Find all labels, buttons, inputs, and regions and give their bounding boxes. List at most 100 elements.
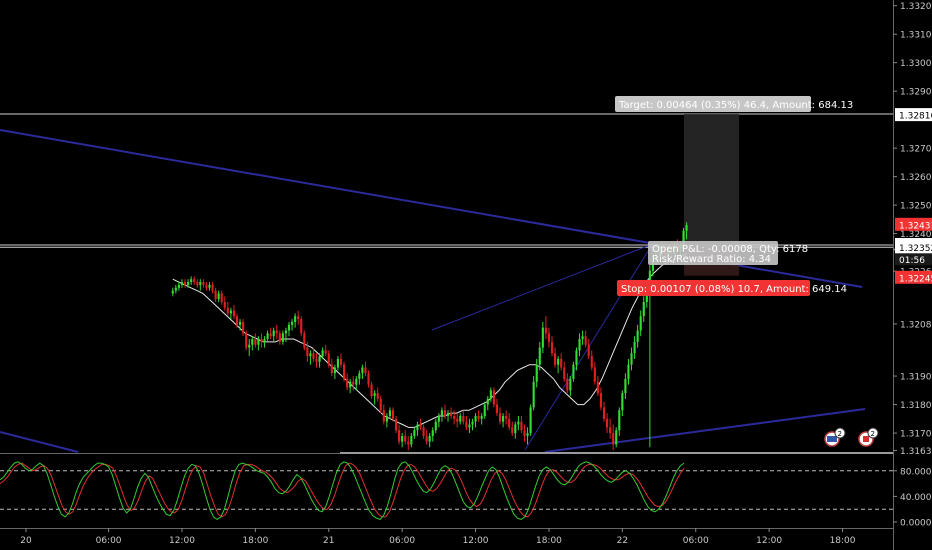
- candle-body-19: [229, 310, 232, 314]
- candle-body-24: [245, 333, 248, 348]
- candle-body-3: [180, 282, 184, 285]
- candle-body-134: [581, 336, 584, 340]
- candle-body-36: [281, 333, 284, 342]
- candle-body-11: [205, 284, 208, 288]
- candle-body-6: [190, 279, 193, 283]
- candle-body-141: [602, 407, 606, 419]
- candle-body-113: [517, 421, 520, 425]
- candle-body-32: [269, 333, 272, 337]
- candle-body-105: [492, 390, 495, 405]
- candle-body-9: [199, 282, 202, 285]
- candle-body-60: [355, 378, 358, 385]
- candle-body-121: [541, 327, 544, 348]
- candle-body-2: [177, 284, 180, 288]
- candle-body-1: [174, 287, 177, 291]
- candle-body-70: [385, 415, 388, 422]
- candle-body-124: [550, 341, 554, 354]
- candle-body-96: [465, 421, 468, 428]
- candle-body-117: [529, 407, 532, 434]
- candle-body-68: [379, 398, 382, 411]
- position-target-zone[interactable]: [684, 113, 739, 246]
- time-tick-label-11: 18:00: [830, 536, 856, 546]
- candle-body-135: [584, 336, 587, 345]
- price-tick-label-14: 1.31700: [900, 430, 932, 440]
- candle-body-94: [459, 415, 462, 422]
- candle-body-83: [425, 435, 428, 442]
- trading-chart[interactable]: Target: 0.00464 (0.35%) 46.4, Amount: 68…: [0, 0, 932, 550]
- candle-body-41: [297, 316, 300, 320]
- candle-body-42: [300, 319, 303, 334]
- candle-body-34: [275, 330, 278, 334]
- candle-body-152: [636, 330, 639, 342]
- candle-body-86: [434, 421, 437, 431]
- candle-body-21: [235, 316, 239, 325]
- candle-body-142: [605, 418, 609, 428]
- time-tick-label-5: 06:00: [389, 536, 415, 546]
- candle-body-78: [410, 435, 413, 445]
- price-label-3: 01:56: [899, 256, 925, 266]
- candle-body-17: [223, 302, 226, 308]
- candle-body-71: [388, 410, 391, 416]
- time-tick-label-7: 18:00: [536, 536, 562, 546]
- candle-body-8: [196, 282, 199, 285]
- osc-tick-label-2: 0.0000: [900, 519, 932, 529]
- candle-body-0: [171, 290, 174, 294]
- candle-body-51: [327, 353, 330, 365]
- candle-body-65: [370, 384, 373, 397]
- candle-body-58: [349, 381, 352, 388]
- candle-body-82: [422, 427, 425, 436]
- candle-body-108: [502, 415, 505, 422]
- time-tick-label-0: 20: [20, 536, 32, 546]
- candle-body-23: [242, 321, 245, 334]
- candle-body-49: [321, 350, 324, 357]
- candle-body-7: [193, 279, 196, 283]
- candle-body-10: [202, 282, 205, 285]
- candle-body-145: [615, 430, 618, 445]
- candle-body-73: [394, 418, 398, 431]
- candle-body-59: [352, 381, 355, 385]
- candle-body-55: [339, 358, 343, 365]
- target-label: Target: 0.00464 (0.35%) 46.4, Amount: 68…: [618, 100, 853, 111]
- candle-body-33: [272, 330, 275, 337]
- price-label-0: 1.32816: [899, 112, 932, 122]
- candle-body-27: [254, 339, 257, 345]
- event-count-2: 2: [838, 430, 842, 438]
- ca-flag-icon: [863, 436, 869, 442]
- candle-body-4: [183, 282, 187, 285]
- candle-body-133: [578, 339, 581, 351]
- risk-reward-label: Risk/Reward Ratio: 4.34: [652, 254, 771, 265]
- candle-body-130: [569, 378, 572, 391]
- candle-body-118: [532, 381, 535, 408]
- price-label-4: 1.32352: [899, 244, 932, 254]
- candle-body-99: [474, 415, 477, 422]
- price-tick-label-1: 1.33100: [900, 31, 932, 41]
- candle-body-85: [431, 430, 434, 436]
- candle-body-16: [220, 293, 223, 302]
- candle-body-128: [563, 367, 566, 379]
- candle-body-147: [621, 393, 624, 411]
- candle-body-69: [382, 410, 385, 422]
- candle-body-111: [511, 427, 514, 434]
- candle-body-95: [462, 415, 465, 422]
- price-tick-label-15: 1.31639: [900, 447, 932, 457]
- candle-body-149: [627, 364, 630, 379]
- candle-body-146: [618, 410, 621, 431]
- candle-body-106: [495, 404, 499, 414]
- candle-body-35: [278, 333, 281, 342]
- candle-body-100: [477, 415, 480, 419]
- candle-body-12: [208, 284, 211, 288]
- candle-body-126: [557, 358, 560, 365]
- candle-body-148: [624, 378, 627, 394]
- candle-body-46: [312, 353, 315, 359]
- candle-body-116: [526, 433, 529, 436]
- candle-body-14: [214, 290, 217, 300]
- candle-body-45: [309, 353, 312, 357]
- candle-body-107: [498, 413, 502, 422]
- candle-body-136: [587, 344, 590, 357]
- candle-body-67: [376, 393, 379, 399]
- osc-tick-label-1: 40.0000: [900, 493, 932, 503]
- candle-body-30: [263, 339, 266, 342]
- event-count-2b: 2: [871, 430, 875, 438]
- price-tick-label-3: 1.32900: [900, 88, 932, 98]
- candle-body-81: [419, 424, 422, 428]
